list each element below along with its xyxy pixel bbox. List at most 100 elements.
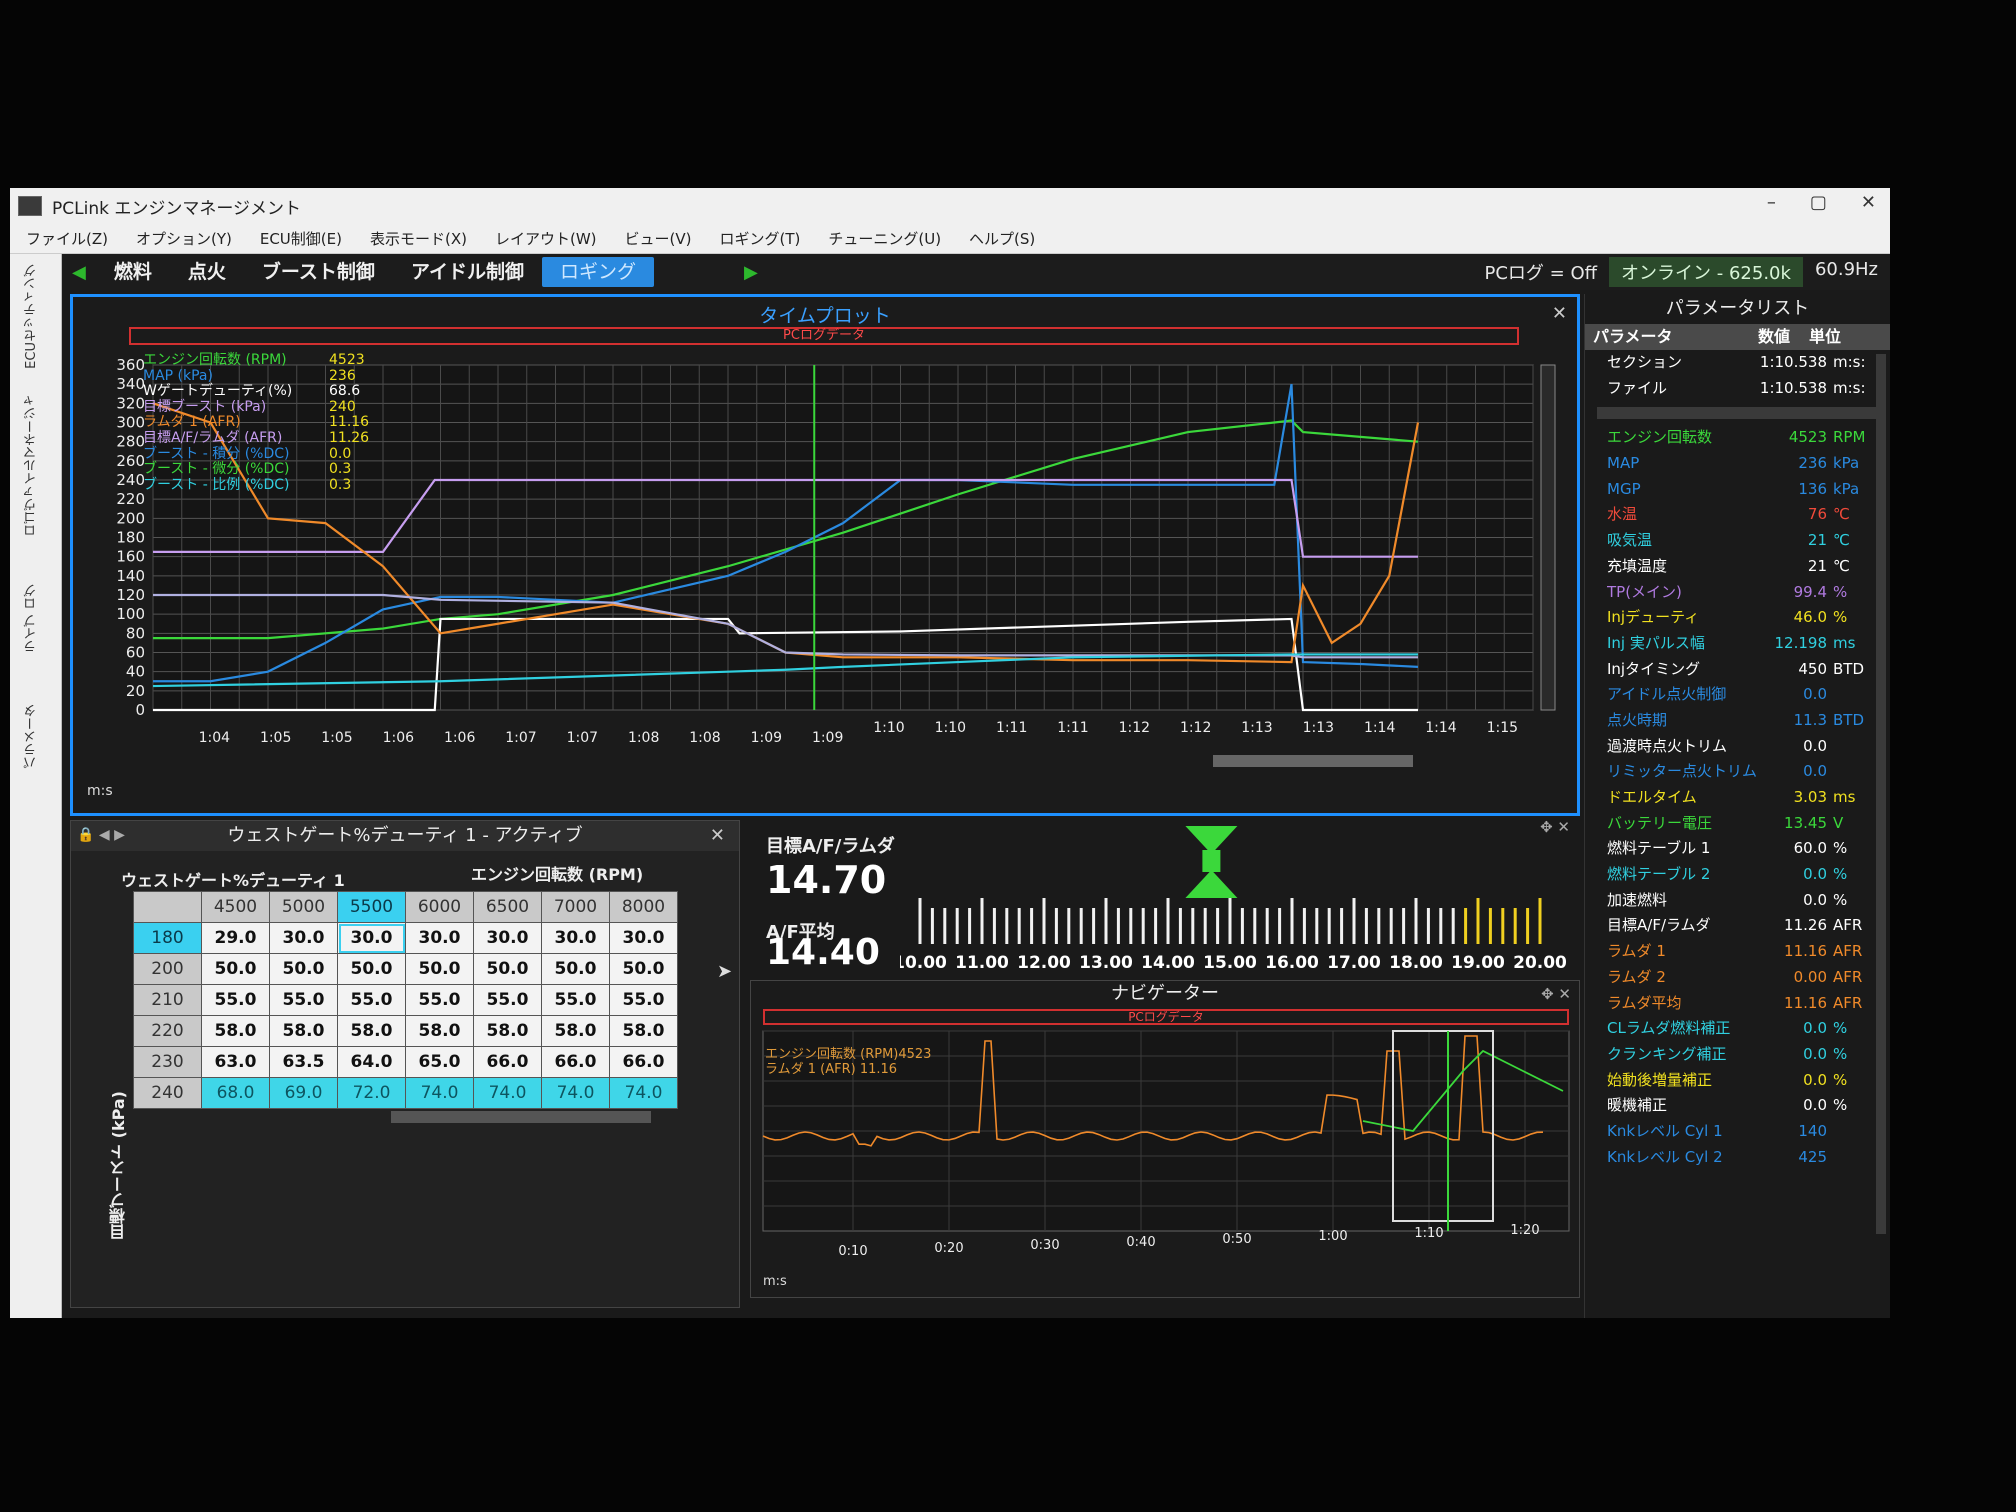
table-cell[interactable]: 50.0: [405, 953, 474, 985]
parameter-row[interactable]: Knkレベル Cyl 1 140: [1585, 1119, 1890, 1145]
parameter-row[interactable]: TP(メイン) 99.4%: [1585, 580, 1890, 606]
minimize-icon[interactable]: –: [1767, 192, 1776, 213]
table-cell[interactable]: 55.0: [201, 984, 270, 1016]
table-cell[interactable]: 30.0: [269, 922, 338, 954]
parameter-row[interactable]: 燃料テーブル 2 0.0%: [1585, 862, 1890, 888]
parameter-row[interactable]: 過渡時点火トリム 0.0: [1585, 734, 1890, 760]
parameter-row[interactable]: 始動後増量補正 0.0%: [1585, 1068, 1890, 1094]
move-icon[interactable]: ✥ ✕: [1541, 985, 1571, 1003]
table-horizontal-scrollbar[interactable]: [391, 1111, 651, 1123]
table-cell[interactable]: 63.5: [269, 1046, 338, 1078]
parameter-row[interactable]: CLラムダ燃料補正 0.0%: [1585, 1016, 1890, 1042]
table-row-header[interactable]: 200: [133, 953, 202, 985]
parameter-row[interactable]: 目標A/F/ラムダ 11.26 AFR: [1585, 913, 1890, 939]
parameter-row[interactable]: セクション 1:10.538 m:s:: [1585, 350, 1890, 376]
tab-ignition[interactable]: 点火: [170, 257, 244, 287]
wastegate-duty-table[interactable]: 4500 5000 5500 6000 6500 7000 8000 180 29.0 30.0 3…: [133, 891, 678, 1109]
menu-options[interactable]: オプション(Y): [136, 228, 232, 249]
table-cell[interactable]: 30.0: [337, 922, 406, 954]
table-row-header[interactable]: 220: [133, 1015, 202, 1047]
parameter-row[interactable]: 点火時期 11.3 BTD: [1585, 708, 1890, 734]
parameter-row[interactable]: ラムダ 2 0.00 AFR: [1585, 965, 1890, 991]
table-cell[interactable]: 58.0: [541, 1015, 610, 1047]
parameter-row[interactable]: Knkレベル Cyl 2 425: [1585, 1145, 1890, 1171]
close-icon[interactable]: ✕: [710, 825, 725, 846]
table-cell[interactable]: 58.0: [405, 1015, 474, 1047]
menu-layout[interactable]: レイアウト(W): [495, 228, 597, 249]
tab-prev-icon[interactable]: ◀: [72, 262, 86, 283]
table-cell[interactable]: 50.0: [473, 953, 542, 985]
table-column-header[interactable]: 4500: [201, 891, 270, 923]
table-row-header[interactable]: 240: [133, 1077, 202, 1109]
navigator-panel[interactable]: ナビゲーター ✥ ✕ PCログデータ 0:10 0:20 0:30 0:40 0:50 1…: [750, 980, 1580, 1298]
table-cell[interactable]: 29.0: [201, 922, 270, 954]
parameter-scrollbar[interactable]: [1876, 354, 1886, 1234]
tab-idle-control[interactable]: アイドル制御: [393, 257, 542, 287]
table-cell[interactable]: 30.0: [541, 922, 610, 954]
menu-logging[interactable]: ロギング(T): [719, 228, 800, 249]
parameter-row[interactable]: 加速燃料 0.0%: [1585, 888, 1890, 914]
parameter-row[interactable]: バッテリー電圧 13.45 V: [1585, 811, 1890, 837]
restore-icon[interactable]: ▢: [1810, 192, 1827, 213]
table-cell[interactable]: 55.0: [609, 984, 678, 1016]
table-cell[interactable]: 55.0: [541, 984, 610, 1016]
table-column-header[interactable]: 8000: [609, 891, 678, 923]
table-cell[interactable]: 55.0: [337, 984, 406, 1016]
parameter-row[interactable]: Injタイミング 450 BTD: [1585, 657, 1890, 683]
parameter-row[interactable]: ドエルタイム 3.03 ms: [1585, 785, 1890, 811]
side-tab-log-file-manager[interactable]: ロゴヴァイルマネージャ: [22, 394, 41, 537]
table-cell[interactable]: 58.0: [337, 1015, 406, 1047]
table-cell[interactable]: 58.0: [609, 1015, 678, 1047]
table-column-header[interactable]: 5500: [337, 891, 406, 923]
table-cell[interactable]: 55.0: [405, 984, 474, 1016]
parameter-row[interactable]: ファイル 1:10.538 m:s:: [1585, 376, 1890, 402]
table-cell[interactable]: 50.0: [609, 953, 678, 985]
table-cell[interactable]: 50.0: [269, 953, 338, 985]
table-column-header[interactable]: 7000: [541, 891, 610, 923]
table-cell[interactable]: 30.0: [473, 922, 542, 954]
table-column-header[interactable]: 5000: [269, 891, 338, 923]
table-cell[interactable]: 63.0: [201, 1046, 270, 1078]
menu-file[interactable]: ファイル(Z): [26, 228, 108, 249]
parameter-row[interactable]: MGP 136 kPa: [1585, 477, 1890, 503]
table-cell[interactable]: 55.0: [269, 984, 338, 1016]
menu-view[interactable]: ビュー(V): [625, 228, 692, 249]
tab-boost-control[interactable]: ブースト制御: [244, 257, 393, 287]
table-cell[interactable]: 50.0: [201, 953, 270, 985]
table-cell[interactable]: 58.0: [473, 1015, 542, 1047]
table-column-header[interactable]: 6000: [405, 891, 474, 923]
table-cell[interactable]: 50.0: [337, 953, 406, 985]
table-cell[interactable]: 30.0: [405, 922, 474, 954]
parameter-row[interactable]: クランキング補正 0.0%: [1585, 1042, 1890, 1068]
menu-display-mode[interactable]: 表示モード(X): [370, 228, 467, 249]
table-cell[interactable]: 58.0: [201, 1015, 270, 1047]
table-cell[interactable]: 64.0: [337, 1046, 406, 1078]
table-cell[interactable]: 72.0: [337, 1077, 406, 1109]
tab-fuel[interactable]: 燃料: [96, 257, 170, 287]
menu-help[interactable]: ヘルプ(S): [969, 228, 1035, 249]
table-cell[interactable]: 65.0: [405, 1046, 474, 1078]
parameter-row[interactable]: MAP 236 kPa: [1585, 451, 1890, 477]
side-tab-ecu-settings[interactable]: ECUセッティング: [22, 264, 41, 369]
table-cell[interactable]: 66.0: [541, 1046, 610, 1078]
parameter-row[interactable]: リミッター点火トリム 0.0: [1585, 759, 1890, 785]
menu-ecu-control[interactable]: ECU制御(E): [260, 228, 342, 249]
table-row-header[interactable]: 180: [133, 922, 202, 954]
table-cell[interactable]: 58.0: [269, 1015, 338, 1047]
table-cell[interactable]: 74.0: [405, 1077, 474, 1109]
side-tab-live-log[interactable]: ライブ ログ: [22, 584, 41, 653]
table-cell[interactable]: 68.0: [201, 1077, 270, 1109]
table-cell[interactable]: 50.0: [541, 953, 610, 985]
table-cell[interactable]: 66.0: [609, 1046, 678, 1078]
parameter-row[interactable]: 充填温度 21 ℃: [1585, 554, 1890, 580]
parameter-row[interactable]: 暖機補正 0.0%: [1585, 1093, 1890, 1119]
table-column-header[interactable]: 6500: [473, 891, 542, 923]
table-row-header[interactable]: 230: [133, 1046, 202, 1078]
parameter-row[interactable]: 水温 76 ℃: [1585, 502, 1890, 528]
table-cell[interactable]: 30.0: [609, 922, 678, 954]
tab-next-icon[interactable]: ▶: [744, 262, 758, 283]
parameter-row[interactable]: 燃料テーブル 1 60.0%: [1585, 836, 1890, 862]
table-cell[interactable]: 66.0: [473, 1046, 542, 1078]
menu-tuning[interactable]: チューニング(U): [828, 228, 941, 249]
table-cell[interactable]: 74.0: [473, 1077, 542, 1109]
